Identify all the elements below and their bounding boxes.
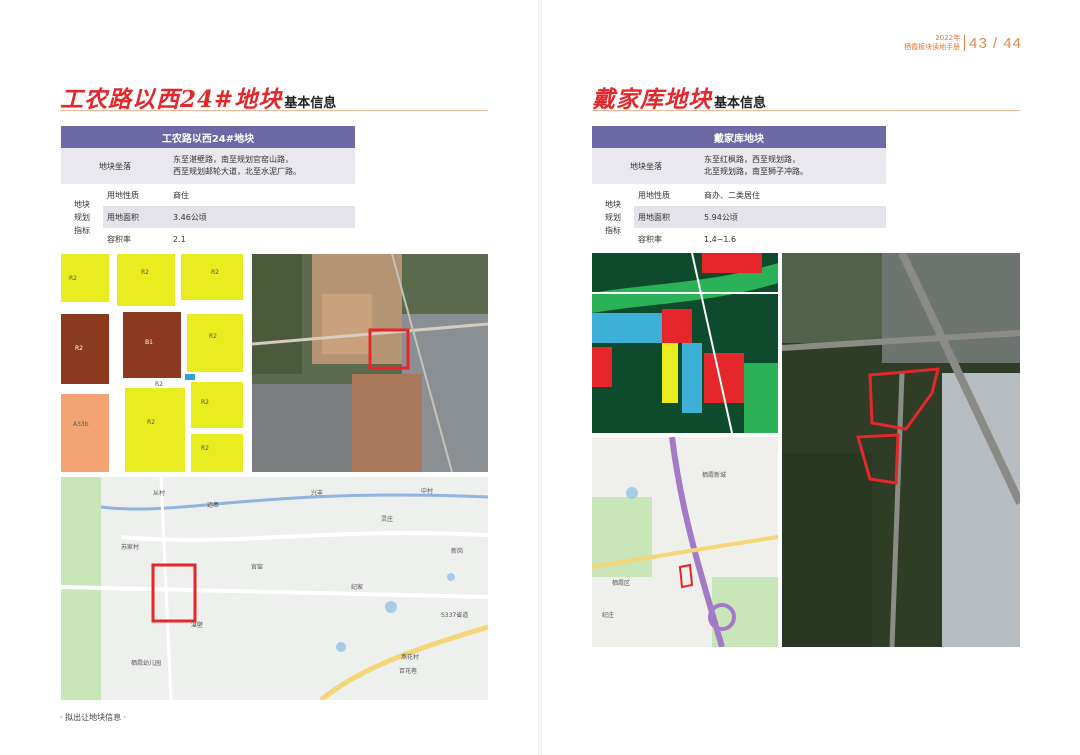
right-row-label: 用地面积 [634, 206, 700, 228]
street-label: 灵庄 [381, 515, 393, 523]
right-location-line-1: 东至红枫路，西至规划路， [704, 155, 800, 164]
left-row-label: 用地性质 [103, 184, 169, 206]
right-title-underline [592, 110, 1020, 111]
footer-note: · 拟出让地块信息 · [60, 713, 127, 722]
right-group-label-1: 地块 [605, 199, 621, 209]
zoning-label: R2 [141, 269, 149, 276]
street-label: S337省道 [441, 611, 468, 619]
left-location-line-1: 东至湛壁路，南至规划官窑山路， [173, 155, 293, 164]
street-label: 湛壁 [191, 621, 203, 629]
zoning-label: B1 [145, 339, 153, 346]
right-satellite-image [782, 253, 1020, 647]
page-numbers: 43 / 44 [969, 34, 1022, 52]
zoning-label: A33b [73, 421, 89, 428]
right-street-map: 栖霞区 纪庄 栖霞新城 [592, 437, 778, 647]
left-street-map: 从村 迈皋 兴丰 中村 灵庄 新岗 官窑 苏家村 纪家 湛壁 栖霞幼儿园 燕花村… [61, 477, 488, 700]
right-page: 2022年 栖霞板块读地手册 43 / 44 戴家库地块 基本信息 戴家库地块 … [540, 0, 1080, 755]
left-group-label-3: 指标 [74, 225, 90, 235]
zoning-label: R2 [209, 333, 217, 340]
left-title-handwritten: 工农路以西24#地块 [60, 86, 283, 113]
right-location-label: 地块坐落 [592, 148, 700, 184]
zoning-label: R2 [147, 419, 155, 426]
right-title-handwritten: 戴家库地块 [592, 86, 712, 113]
header-text: 2022年 栖霞板块读地手册 [904, 34, 960, 52]
zoning-label: R2 [201, 445, 209, 452]
street-label: 苏家村 [121, 543, 139, 551]
left-row-label: 用地面积 [103, 206, 169, 228]
right-row-label: 容积率 [634, 228, 700, 250]
left-location-label: 地块坐落 [61, 148, 169, 184]
street-label: 从村 [153, 489, 165, 497]
left-satellite-image [252, 254, 488, 472]
left-row-value: 商住 [169, 184, 355, 206]
street-label: 百花巷 [399, 667, 417, 675]
header-year: 2022年 [935, 34, 961, 42]
left-table-heading: 工农路以西24#地块 [61, 126, 355, 148]
street-label: 中村 [421, 487, 433, 495]
right-row-value: 1.4~1.6 [700, 228, 886, 250]
left-row-label: 容积率 [103, 228, 169, 250]
header-separator [964, 35, 966, 51]
right-row-label: 用地性质 [634, 184, 700, 206]
street-label: 燕花村 [401, 653, 419, 661]
left-title-underline [60, 110, 488, 111]
left-group-label: 地块 规划 指标 [61, 184, 103, 250]
zoning-label: R2 [201, 399, 209, 406]
left-group-label-1: 地块 [74, 199, 90, 209]
left-location-value: 东至湛壁路，南至规划官窑山路， 西至规划邮轮大道，北至水泥厂路。 [169, 148, 355, 184]
left-zoning-map: R2 R2 R2 R2 B1 R2 R2 R2 A33b R2 R2 [61, 254, 246, 472]
street-label: 官窑 [251, 563, 263, 571]
street-label: 迈皋 [207, 501, 219, 509]
zoning-label: R2 [75, 345, 83, 352]
right-location-line-2: 北至规划路，南至狮子冲路。 [704, 167, 808, 176]
right-location-value: 东至红枫路，西至规划路， 北至规划路，南至狮子冲路。 [700, 148, 886, 184]
left-location-line-2: 西至规划邮轮大道，北至水泥厂路。 [173, 167, 301, 176]
left-title: 工农路以西24#地块 基本信息 [60, 80, 336, 114]
street-label: 新岗 [451, 547, 463, 555]
street-label: 纪庄 [602, 611, 614, 619]
right-info-table: 戴家库地块 地块坐落 东至红枫路，西至规划路， 北至规划路，南至狮子冲路。 地块… [592, 126, 886, 250]
street-label: 纪家 [351, 583, 363, 591]
right-group-label-3: 指标 [605, 225, 621, 235]
right-table-heading: 戴家库地块 [592, 126, 886, 148]
right-title: 戴家库地块 基本信息 [592, 80, 766, 114]
street-label: 栖霞幼儿园 [131, 659, 161, 667]
street-label: 兴丰 [311, 489, 323, 497]
right-row-value: 商办、二类居住 [700, 184, 886, 206]
right-zoning-map [592, 253, 778, 433]
zoning-label: R2 [69, 275, 77, 282]
left-page: 工农路以西24#地块 基本信息 工农路以西24#地块 地块坐落 东至湛壁路，南至… [0, 0, 540, 755]
left-row-value: 3.46公顷 [169, 206, 355, 228]
right-group-label-2: 规划 [605, 212, 621, 222]
left-row-value: 2.1 [169, 228, 355, 250]
header-guide: 栖霞板块读地手册 [904, 43, 961, 51]
left-group-label-2: 规划 [74, 212, 90, 222]
right-group-label: 地块 规划 指标 [592, 184, 634, 250]
street-label: 栖霞区 [612, 579, 630, 587]
header-mark: 2022年 栖霞板块读地手册 43 / 44 [904, 34, 1022, 52]
zoning-label: R2 [211, 269, 219, 276]
left-info-table: 工农路以西24#地块 地块坐落 东至湛壁路，南至规划官窑山路， 西至规划邮轮大道… [61, 126, 355, 250]
zoning-label: R2 [155, 381, 163, 388]
right-row-value: 5.94公顷 [700, 206, 886, 228]
street-label: 栖霞新城 [702, 471, 726, 479]
